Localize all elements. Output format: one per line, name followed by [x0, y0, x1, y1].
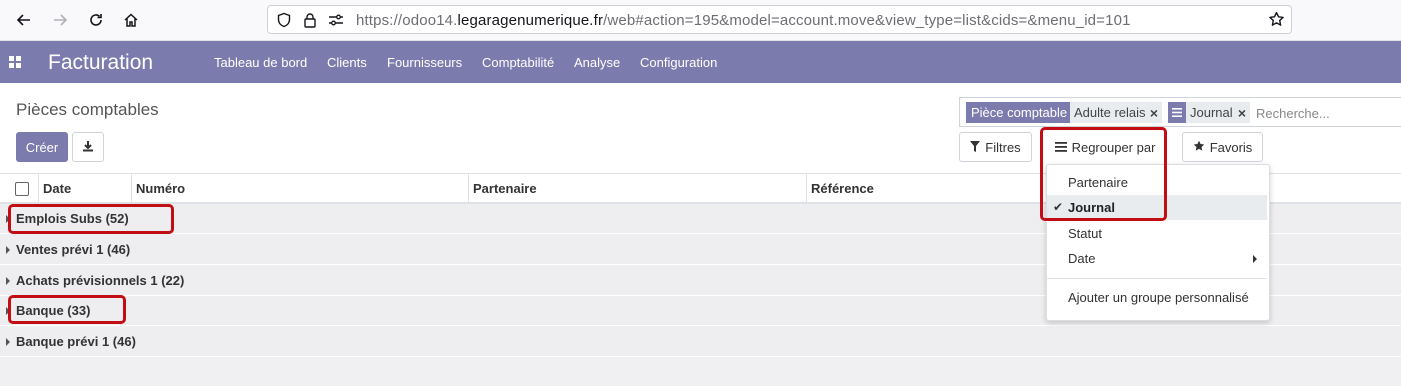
search-input[interactable] [1256, 103, 1396, 123]
caret-right-icon [1253, 255, 1257, 263]
filter-icon [970, 140, 981, 155]
select-all-checkbox[interactable] [15, 182, 29, 196]
create-button[interactable]: Créer [16, 132, 68, 162]
apps-grid-icon[interactable] [9, 56, 23, 70]
app-name[interactable]: Facturation [48, 51, 153, 75]
add-custom-group-item[interactable]: Ajouter un groupe personnalisé [1047, 285, 1267, 310]
column-header-date[interactable]: Date [38, 174, 131, 202]
column-header-partenaire[interactable]: Partenaire [468, 174, 806, 202]
group-row[interactable]: Banque prévi 1 (46) [0, 327, 1401, 357]
favorites-button[interactable]: Favoris [1182, 132, 1263, 162]
star-icon [1193, 140, 1205, 155]
main-navbar: Facturation Tableau de bord Clients Four… [0, 41, 1401, 83]
download-icon [82, 140, 94, 155]
column-header-numero[interactable]: Numéro [131, 174, 468, 202]
group-by-button[interactable]: Regrouper par [1046, 132, 1164, 162]
forward-arrow-icon[interactable] [46, 6, 74, 34]
lock-icon[interactable] [303, 12, 317, 31]
menu-item-comptabilite[interactable]: Comptabilité [482, 55, 554, 70]
back-arrow-icon[interactable] [10, 6, 38, 34]
shield-icon[interactable] [276, 12, 292, 31]
facet-label-piece-comptable: Pièce comptable [966, 102, 1073, 123]
browser-toolbar: https://odoo14.legaragenumerique.fr/web#… [0, 0, 1401, 41]
filters-button[interactable]: Filtres [959, 132, 1032, 162]
control-panel: Pièces comptables Créer Pièce comptable … [0, 83, 1401, 174]
check-icon: ✔ [1053, 200, 1064, 214]
permissions-icon[interactable] [328, 13, 344, 30]
caret-right-icon [6, 306, 10, 315]
menu-item-analyse[interactable]: Analyse [574, 55, 620, 70]
dropdown-item-journal[interactable]: ✔ Journal [1047, 195, 1267, 220]
groupby-facet-icon [1168, 102, 1186, 123]
url-text[interactable]: https://odoo14.legaragenumerique.fr/web#… [356, 12, 1131, 29]
caret-right-icon [6, 245, 10, 254]
dropdown-item-partenaire[interactable]: Partenaire [1047, 170, 1267, 195]
group-by-dropdown: Partenaire ✔ Journal Statut Date Ajouter… [1046, 164, 1270, 321]
download-button[interactable] [72, 132, 104, 162]
caret-right-icon [6, 337, 10, 346]
home-icon[interactable] [117, 6, 145, 34]
reload-icon[interactable] [82, 6, 110, 34]
dropdown-item-statut[interactable]: Statut [1047, 221, 1267, 246]
dropdown-divider [1047, 278, 1267, 279]
menu-item-fournisseurs[interactable]: Fournisseurs [387, 55, 462, 70]
search-box[interactable]: Pièce comptable Adulte relais × Journal … [959, 97, 1401, 127]
breadcrumb: Pièces comptables [16, 100, 159, 119]
facet-value-journal: Journal [1186, 102, 1237, 123]
bookmark-star-icon[interactable] [1268, 11, 1285, 31]
caret-right-icon [6, 276, 10, 285]
menu-item-tableau-de-bord[interactable]: Tableau de bord [214, 55, 307, 70]
caret-right-icon [6, 214, 10, 223]
url-bar[interactable]: https://odoo14.legaragenumerique.fr/web#… [267, 5, 1292, 34]
bars-icon [1054, 140, 1067, 155]
dropdown-item-date[interactable]: Date [1047, 246, 1267, 271]
menu-item-configuration[interactable]: Configuration [640, 55, 717, 70]
menu-item-clients[interactable]: Clients [327, 55, 367, 70]
facet-remove-icon[interactable]: × [1234, 102, 1250, 123]
facet-remove-icon[interactable]: × [1146, 102, 1162, 123]
facet-value-adulte-relais: Adulte relais [1070, 102, 1150, 123]
